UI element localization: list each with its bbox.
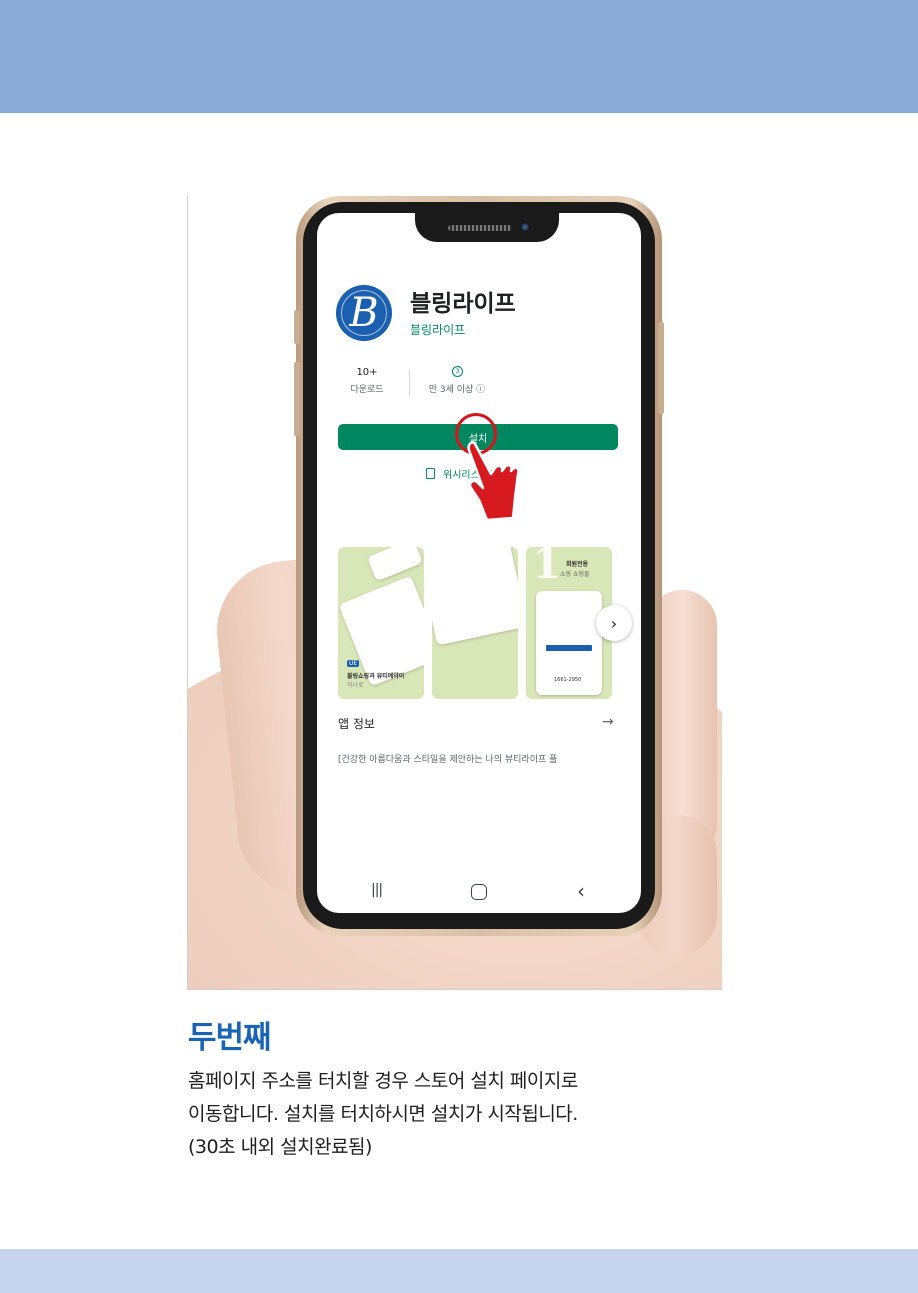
phone-speaker [448,225,512,231]
photo-bottom-border [187,989,722,990]
app-developer-link[interactable]: 블링라이프 [410,321,465,338]
downloads-value: 10+ [356,367,378,378]
age-rating-icon: 3 [452,366,463,377]
phone-power-button [658,322,664,414]
app-title: 블링라이프 [410,291,516,317]
photo-left-border [187,195,188,990]
bottom-banner [0,1249,918,1293]
back-button[interactable]: ‹ [577,879,585,903]
pointing-hand-icon [467,441,520,522]
app-logo: B [336,285,392,341]
phone-volume-button [294,310,300,344]
about-app-title[interactable]: 앱 정보 [338,715,375,732]
bookmark-add-icon [426,468,435,479]
step-heading: 두번째 [188,1020,272,1056]
caption-line-3: (30초 내외 설치완료됨) [188,1136,372,1158]
screenshot-3-subtitle: 쇼핑 쇼핑몰 [560,571,590,578]
about-app-description: [건강한 아름다움과 스타일을 제안하는 나의 뷰티라이프 플 [338,755,558,765]
arrow-right-icon[interactable]: → [602,714,614,730]
app-screenshot-2[interactable] [432,547,518,699]
next-screenshot-button[interactable]: › [596,605,632,641]
screenshot-1-caption-2: 하나로 [347,682,364,689]
downloads-label: 다운로드 [350,385,384,395]
screenshot-1-badge: UE [347,660,360,667]
caption-line-2: 이동합니다. 설치를 터치하시면 설치가 시작됩니다. [188,1103,578,1125]
stats-divider [409,370,410,396]
caption-line-1: 홈페이지 주소를 터치할 경우 스토어 설치 페이지로 [188,1070,578,1092]
home-button[interactable] [471,884,487,900]
phone-side-button [294,362,300,436]
app-screenshot-1[interactable]: UE 블링쇼핑과 뷰티예약이 하나로 [338,547,424,699]
screenshot-1-caption: 블링쇼핑과 뷰티예약이 [347,673,405,680]
age-rating-label[interactable]: 만 3세 이상 ⓘ [422,382,492,395]
recent-apps-button[interactable]: ||| [371,882,383,898]
screenshot-3-title: 회원전용 [566,561,589,568]
chevron-right-icon: › [610,613,618,633]
screenshot-3-phone: 1661-2950 [554,677,582,683]
top-banner [0,0,918,113]
phone-camera [520,222,530,232]
